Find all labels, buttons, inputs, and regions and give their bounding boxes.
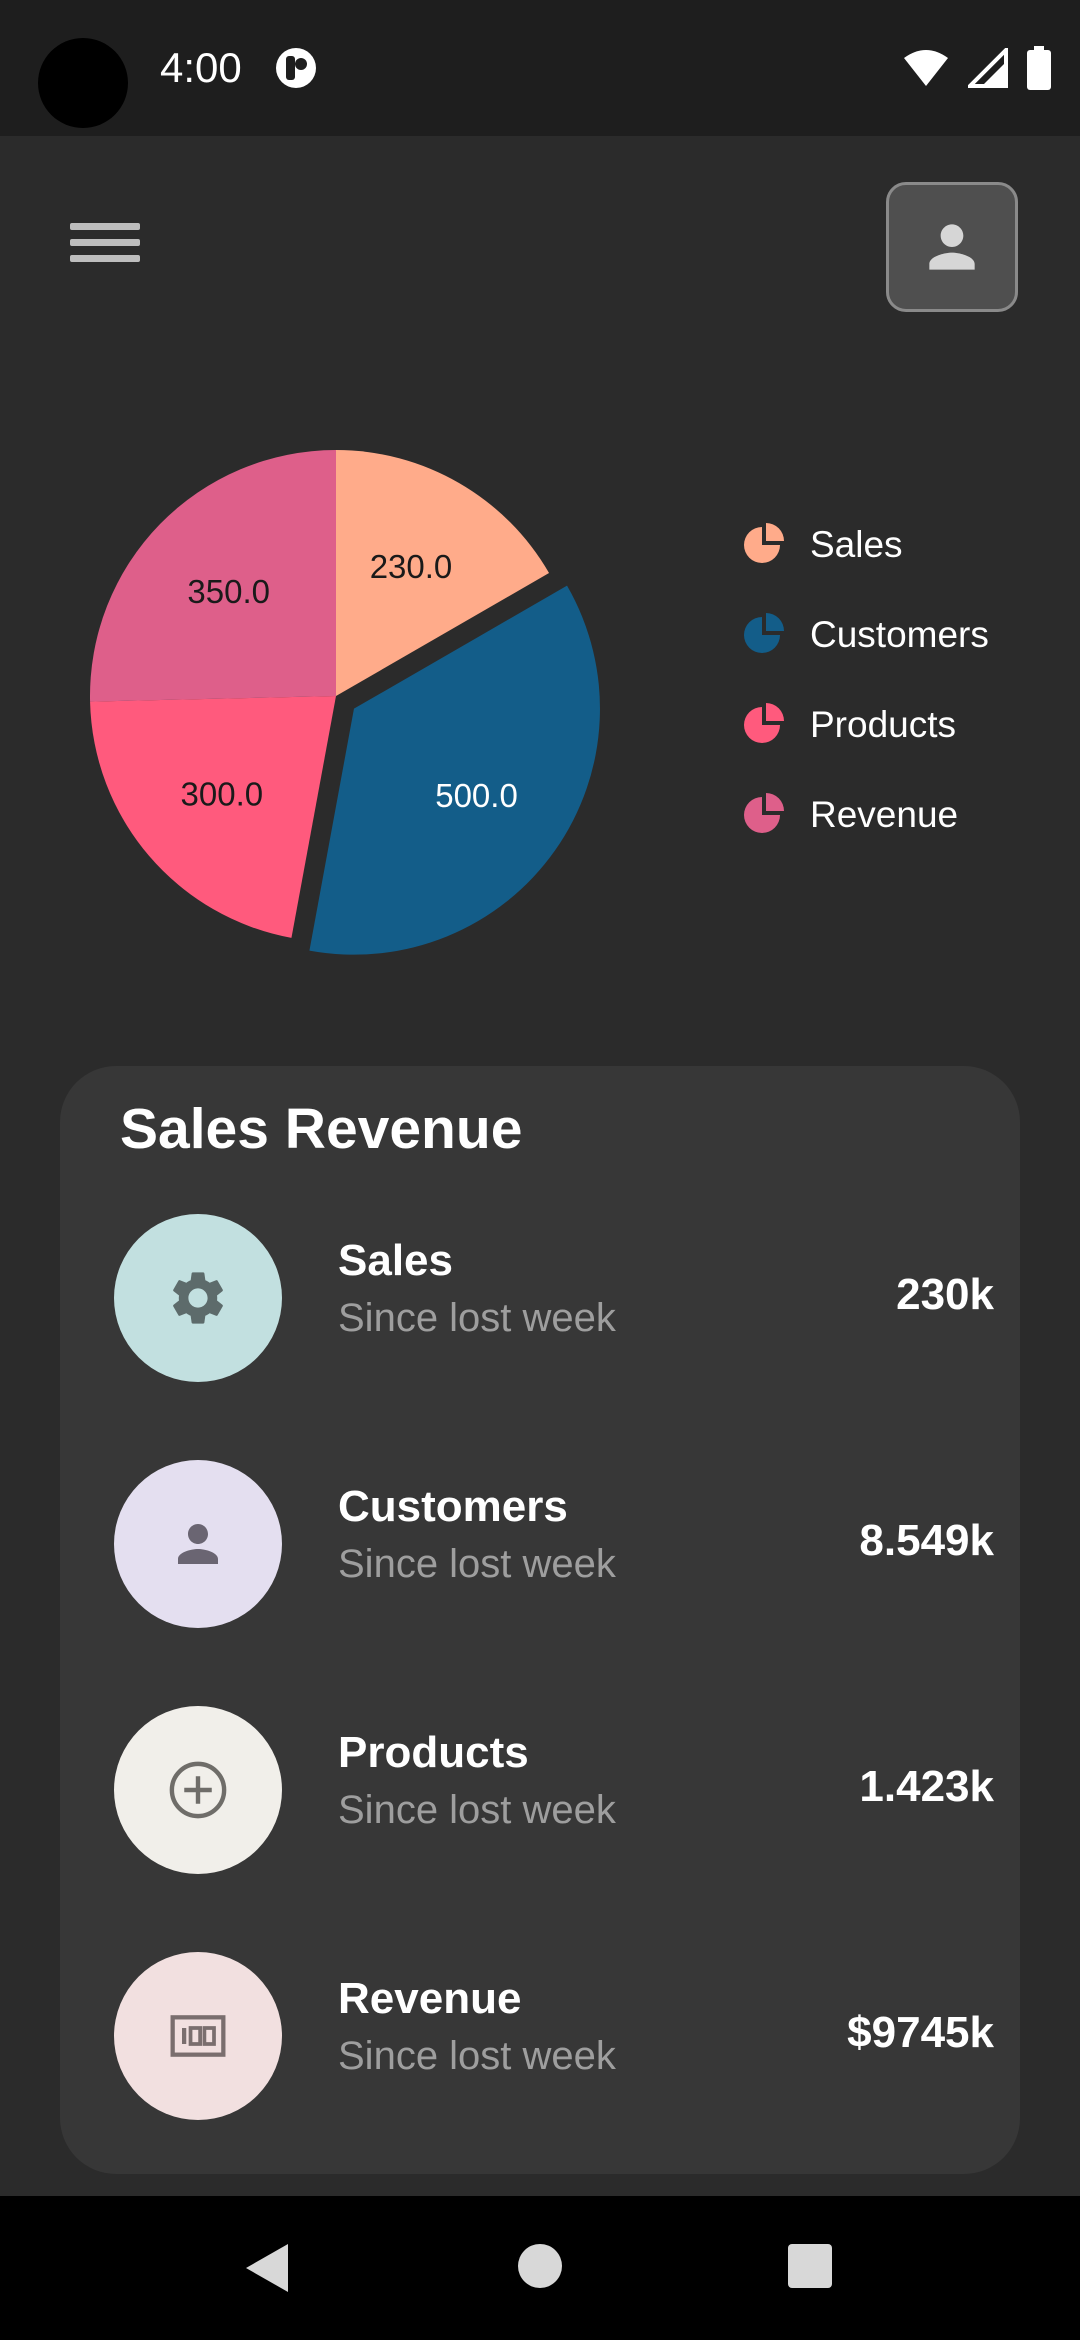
app-notification-icon xyxy=(276,48,316,88)
list-item-customers[interactable]: Customers Since lost week 8.549k xyxy=(114,1460,994,1628)
pie-label-revenue: 350.0 xyxy=(187,573,270,610)
pie-label-sales: 230.0 xyxy=(370,548,453,585)
person-icon xyxy=(178,1524,218,1564)
legend-item-revenue: Revenue xyxy=(742,770,989,860)
person-icon xyxy=(929,224,975,270)
item-title: Sales xyxy=(338,1236,453,1285)
legend-label: Sales xyxy=(810,524,903,565)
money-icon xyxy=(170,2015,226,2057)
item-subtitle: Since lost week xyxy=(338,2034,616,2078)
pie-chart-icon xyxy=(744,793,784,833)
gear-icon xyxy=(173,1272,223,1324)
hamburger-menu-icon xyxy=(70,223,140,230)
item-value: 1.423k xyxy=(859,1762,994,1811)
chart-legend: Sales Customers Products Revenue xyxy=(742,500,989,860)
item-subtitle: Since lost week xyxy=(338,1788,616,1832)
item-value: 230k xyxy=(896,1270,994,1319)
legend-item-customers: Customers xyxy=(742,590,989,680)
status-bar: 4:00 xyxy=(0,0,1080,136)
customers-icon-circle xyxy=(114,1460,282,1628)
revenue-icon-circle xyxy=(114,1952,282,2120)
sales-icon-circle xyxy=(114,1214,282,1382)
pie-chart-svg: 230.0 500.0 300.0 350.0 xyxy=(90,450,600,955)
menu-button[interactable] xyxy=(62,214,146,286)
system-nav-bar xyxy=(0,2196,1080,2340)
item-value: $9745k xyxy=(847,2008,994,2057)
legend-label: Customers xyxy=(810,614,989,655)
sales-revenue-card: Sales Revenue Sales Since lost week 230k… xyxy=(60,1066,1020,2174)
list-item-products[interactable]: Products Since lost week 1.423k xyxy=(114,1706,994,1874)
card-title: Sales Revenue xyxy=(120,1097,523,1161)
item-subtitle: Since lost week xyxy=(338,1296,616,1340)
pie-label-customers: 500.0 xyxy=(435,777,518,814)
add-circle-icon xyxy=(169,1761,227,1819)
pie-slice-products[interactable] xyxy=(90,696,336,938)
pie-chart-icon xyxy=(744,703,784,743)
camera-cutout xyxy=(38,38,128,128)
list-item-revenue[interactable]: Revenue Since lost week $9745k xyxy=(114,1952,994,2120)
pie-chart-icon xyxy=(744,613,784,653)
pie-label-products: 300.0 xyxy=(181,775,264,812)
legend-label: Products xyxy=(810,704,957,745)
item-value: 8.549k xyxy=(859,1516,994,1565)
status-icons xyxy=(902,44,1052,92)
hamburger-line xyxy=(70,239,140,246)
home-circle-icon[interactable] xyxy=(516,2242,564,2290)
item-title: Revenue xyxy=(338,1974,522,2023)
legend-label: Revenue xyxy=(810,794,959,835)
item-title: Products xyxy=(338,1728,529,1777)
legend-item-products: Products xyxy=(742,680,989,770)
recents-square-icon[interactable] xyxy=(786,2242,834,2290)
cell-signal-icon xyxy=(968,48,1008,88)
back-triangle-icon[interactable] xyxy=(240,2240,292,2296)
item-title: Customers xyxy=(338,1482,568,1531)
wifi-icon xyxy=(904,50,948,86)
item-subtitle: Since lost week xyxy=(338,1542,616,1586)
legend-item-sales: Sales xyxy=(742,500,989,590)
profile-button[interactable] xyxy=(886,182,1018,312)
pie-chart-icon xyxy=(744,523,784,563)
status-clock: 4:00 xyxy=(160,44,242,91)
hamburger-line xyxy=(70,255,140,262)
battery-icon xyxy=(1027,46,1051,90)
list-item-sales[interactable]: Sales Since lost week 230k xyxy=(114,1214,994,1382)
pie-chart[interactable]: 230.0 500.0 300.0 350.0 xyxy=(60,420,620,980)
products-icon-circle xyxy=(114,1706,282,1874)
